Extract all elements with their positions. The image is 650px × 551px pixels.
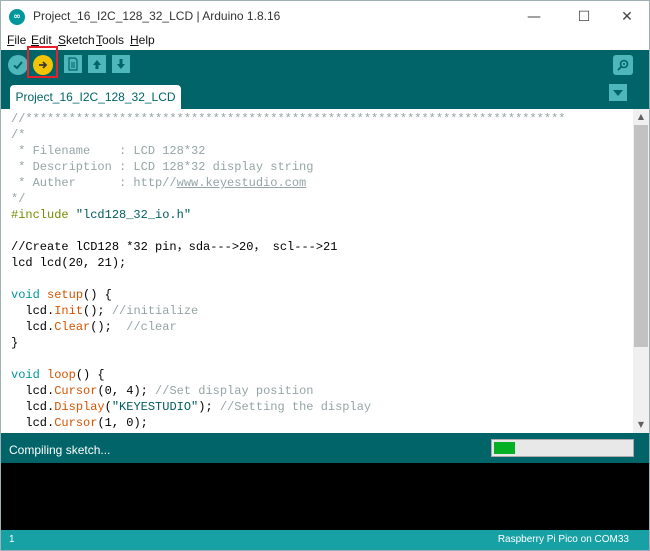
scrollbar-thumb[interactable] xyxy=(634,125,648,347)
maximize-button[interactable]: ☐ xyxy=(561,1,607,32)
code-line: lcd.Init(); //initialize xyxy=(11,304,199,318)
tab-project-16[interactable]: Project_16_I2C_128_32_LCD xyxy=(10,85,181,109)
arduino-ide-window: ∞ Project_16_I2C_128_32_LCD | Arduino 1.… xyxy=(0,0,650,551)
checkmark-icon xyxy=(13,61,23,70)
code-line: * Auther : http//www.keyestudio.com xyxy=(11,176,307,190)
chevron-down-icon xyxy=(613,89,623,96)
code-line: lcd.Display("KEYESTUDIO"); //Setting the… xyxy=(11,400,372,414)
menu-file[interactable]: File xyxy=(7,33,26,47)
vertical-scrollbar[interactable]: ▲ ▼ xyxy=(633,109,649,433)
code-editor[interactable]: //**************************************… xyxy=(1,109,633,433)
menu-help[interactable]: Help xyxy=(130,33,155,47)
window-title: Project_16_I2C_128_32_LCD | Arduino 1.8.… xyxy=(33,9,281,23)
arrow-down-icon xyxy=(117,59,125,69)
status-bar: Compiling sketch... xyxy=(1,433,649,463)
code-line: void setup() { xyxy=(11,288,112,302)
serial-monitor-button[interactable] xyxy=(613,55,633,75)
new-sketch-button[interactable] xyxy=(64,55,82,73)
progress-fill xyxy=(494,442,515,454)
scroll-up-arrow-icon[interactable]: ▲ xyxy=(633,109,649,125)
minimize-button[interactable]: — xyxy=(511,1,557,32)
title-bar: ∞ Project_16_I2C_128_32_LCD | Arduino 1.… xyxy=(1,1,649,32)
scroll-down-arrow-icon[interactable]: ▼ xyxy=(633,417,649,433)
code-line: #include "lcd128_32_io.h" xyxy=(11,208,192,222)
close-button[interactable]: ✕ xyxy=(604,1,649,32)
code-line: } xyxy=(11,336,19,350)
menu-bar: File Edit Sketch Tools Help xyxy=(1,32,649,50)
arduino-logo-icon: ∞ xyxy=(9,9,25,25)
output-console[interactable] xyxy=(1,463,649,530)
code-line: //Create lCD128 *32 pin，sda--->20， scl--… xyxy=(11,240,338,254)
code-line: lcd.Clear(); //clear xyxy=(11,320,177,334)
document-icon xyxy=(68,57,78,71)
magnifier-icon xyxy=(617,59,629,71)
code-line: /* xyxy=(11,128,26,142)
code-line: */ xyxy=(11,192,26,206)
compile-progress-bar xyxy=(491,439,634,457)
verify-button[interactable] xyxy=(8,55,28,75)
arrow-up-icon xyxy=(93,60,101,69)
status-message: Compiling sketch... xyxy=(9,443,111,457)
code-line: lcd.Cursor(0, 4); //Set display position xyxy=(11,384,314,398)
menu-tools[interactable]: Tools xyxy=(96,33,124,47)
board-port-label: Raspberry Pi Pico on COM33 xyxy=(497,534,629,545)
open-sketch-button[interactable] xyxy=(88,55,106,73)
code-line: lcd lcd(20, 21); xyxy=(11,256,127,270)
footer-bar: 1 Raspberry Pi Pico on COM33 xyxy=(1,530,649,550)
code-line: * Description : LCD 128*32 display strin… xyxy=(11,160,314,174)
menu-edit[interactable]: Edit xyxy=(31,33,52,47)
toolbar xyxy=(1,50,649,80)
website-link[interactable]: www.keyestudio.com xyxy=(177,176,307,190)
line-number: 1 xyxy=(9,534,15,545)
tab-bar: Project_16_I2C_128_32_LCD xyxy=(1,80,649,109)
upload-button-highlight xyxy=(27,46,58,78)
tab-menu-button[interactable] xyxy=(609,84,627,101)
menu-sketch[interactable]: Sketch xyxy=(58,33,95,47)
code-line: //**************************************… xyxy=(11,112,566,126)
code-line: void loop() { xyxy=(11,368,105,382)
code-line: lcd.Cursor(1, 0); xyxy=(11,416,148,430)
code-line: * Filename : LCD 128*32 xyxy=(11,144,206,158)
save-sketch-button[interactable] xyxy=(112,55,130,73)
